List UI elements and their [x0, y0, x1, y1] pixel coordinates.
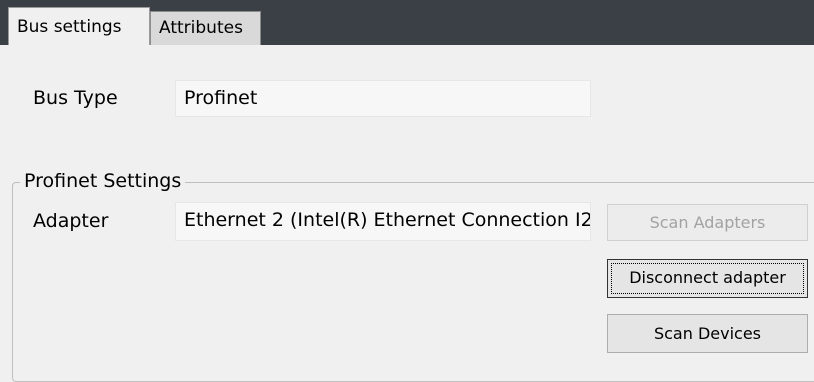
disconnect-adapter-button[interactable]: Disconnect adapter — [607, 259, 808, 298]
tab-bus-settings[interactable]: Bus settings — [8, 7, 150, 45]
adapter-field[interactable]: Ethernet 2 (Intel(R) Ethernet Connection… — [175, 202, 591, 241]
bus-type-field[interactable]: Profinet — [175, 80, 591, 117]
scan-devices-label: Scan Devices — [653, 324, 762, 343]
bus-type-value: Profinet — [184, 87, 258, 109]
scan-adapters-label: Scan Adapters — [649, 213, 766, 232]
disconnect-adapter-label: Disconnect adapter — [629, 268, 786, 287]
adapter-value: Ethernet 2 (Intel(R) Ethernet Connection… — [184, 209, 590, 231]
scan-adapters-button[interactable]: Scan Adapters — [607, 204, 808, 241]
scan-devices-button[interactable]: Scan Devices — [607, 314, 808, 353]
adapter-label: Adapter — [33, 210, 109, 232]
profinet-settings-title: Profinet Settings — [20, 170, 186, 193]
bus-type-label: Bus Type — [33, 87, 118, 109]
tab-attributes[interactable]: Attributes — [150, 11, 261, 45]
tab-attributes-label: Attributes — [159, 18, 243, 38]
tab-strip: Bus settings Attributes — [0, 0, 814, 45]
tab-bus-settings-label: Bus settings — [17, 17, 122, 37]
